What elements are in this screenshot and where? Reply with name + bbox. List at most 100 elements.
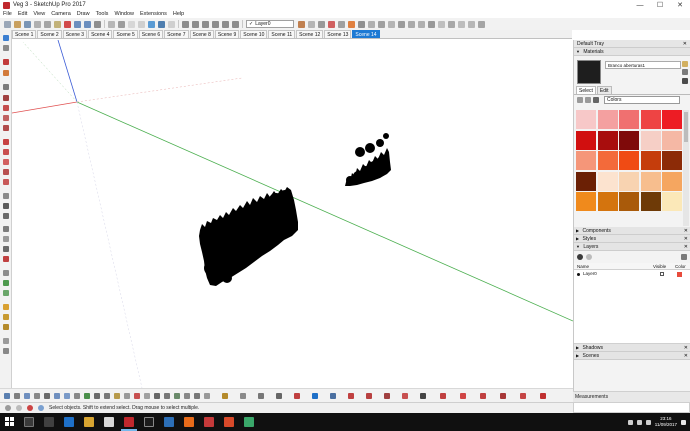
display-section-icon[interactable] bbox=[440, 393, 446, 399]
material-swatch[interactable] bbox=[597, 110, 618, 129]
hidden-line-icon[interactable] bbox=[138, 20, 145, 28]
material-collection-dropdown[interactable]: Colors bbox=[604, 96, 680, 104]
line-icon[interactable] bbox=[4, 393, 10, 399]
edge-browser-icon[interactable] bbox=[64, 417, 74, 427]
split-icon[interactable] bbox=[418, 20, 425, 28]
store-icon[interactable] bbox=[104, 417, 114, 427]
orbit-tool-icon[interactable] bbox=[3, 226, 9, 232]
material-swatch[interactable] bbox=[597, 192, 618, 211]
search-icon[interactable] bbox=[24, 417, 34, 427]
two-point-arc-icon[interactable] bbox=[34, 393, 40, 399]
task-view-icon[interactable] bbox=[44, 417, 54, 427]
materials-panel-header[interactable]: ▼ Materials bbox=[574, 48, 690, 56]
axes-tool-icon[interactable] bbox=[3, 213, 9, 219]
file-explorer-icon[interactable] bbox=[84, 417, 94, 427]
layer-manager-icon[interactable] bbox=[298, 20, 305, 28]
shadows-panel-header[interactable]: ▶ Shadows ✕ bbox=[574, 344, 690, 352]
menu-camera[interactable]: Camera bbox=[51, 11, 71, 17]
union-icon[interactable] bbox=[388, 20, 395, 28]
undo-icon[interactable] bbox=[74, 20, 81, 28]
polygon-tool-icon[interactable] bbox=[3, 125, 9, 131]
push-pull-icon[interactable] bbox=[3, 149, 9, 155]
menu-edit[interactable]: Edit bbox=[18, 11, 27, 17]
axes-icon[interactable] bbox=[204, 393, 210, 399]
menu-file[interactable]: File bbox=[3, 11, 12, 17]
scene-tab[interactable]: Scene 13 bbox=[324, 30, 352, 38]
start-menu-icon[interactable] bbox=[5, 417, 15, 427]
styles-close-icon[interactable]: ✕ bbox=[684, 235, 688, 243]
material-swatch[interactable] bbox=[576, 110, 596, 129]
3d-viewport[interactable] bbox=[12, 40, 573, 388]
action-center-icon[interactable] bbox=[681, 419, 686, 425]
active-layer-radio[interactable] bbox=[577, 272, 580, 276]
system-clock[interactable]: 23:16 11/09/2017 bbox=[655, 416, 677, 428]
zoom-icon[interactable] bbox=[294, 393, 300, 399]
follow-me-icon[interactable] bbox=[3, 169, 9, 175]
paint-icon[interactable] bbox=[240, 393, 246, 399]
monochrome-icon[interactable] bbox=[168, 20, 175, 28]
top-view-icon[interactable] bbox=[192, 20, 199, 28]
subtract-icon[interactable] bbox=[398, 20, 405, 28]
circle-tool-icon[interactable] bbox=[3, 115, 9, 121]
create-material-icon[interactable] bbox=[682, 69, 688, 75]
menu-window[interactable]: Window bbox=[114, 11, 134, 17]
red-tool-2-icon[interactable] bbox=[520, 393, 526, 399]
material-swatch[interactable] bbox=[576, 151, 596, 170]
material-swatch[interactable] bbox=[597, 130, 618, 150]
layer-details-icon[interactable] bbox=[681, 254, 687, 260]
material-swatch[interactable] bbox=[619, 151, 639, 170]
orbit-icon[interactable] bbox=[258, 393, 264, 399]
sandbox-scratch-icon[interactable] bbox=[3, 314, 9, 320]
material-swatch[interactable] bbox=[619, 192, 639, 211]
arc-tool-icon[interactable] bbox=[3, 95, 9, 101]
scene-tab[interactable]: Scene 10 bbox=[240, 30, 268, 38]
menu-draw[interactable]: Draw bbox=[77, 11, 90, 17]
line-tool-icon[interactable] bbox=[3, 84, 9, 90]
column-visible[interactable]: Visible bbox=[653, 263, 666, 270]
section-cut-icon[interactable] bbox=[460, 393, 466, 399]
offset-icon[interactable] bbox=[124, 393, 130, 399]
sketchup-taskbar-icon[interactable] bbox=[124, 417, 134, 427]
position-camera-icon[interactable] bbox=[3, 270, 9, 276]
delete-layer-icon[interactable] bbox=[586, 254, 592, 260]
autocad-icon[interactable] bbox=[204, 417, 214, 427]
sandbox-from-contours-icon[interactable] bbox=[3, 304, 9, 310]
freehand-icon[interactable] bbox=[14, 393, 20, 399]
scene-tab[interactable]: Scene 8 bbox=[189, 30, 214, 38]
scrollbar-thumb[interactable] bbox=[684, 112, 688, 142]
rotated-rect-icon[interactable] bbox=[74, 393, 80, 399]
back-edges-icon[interactable] bbox=[118, 20, 125, 28]
cut-icon[interactable] bbox=[34, 20, 41, 28]
scene-tab[interactable]: Scene 3 bbox=[62, 30, 88, 38]
material-swatch[interactable] bbox=[576, 192, 596, 211]
material-swatch[interactable] bbox=[640, 171, 661, 191]
select-tool-icon[interactable] bbox=[3, 35, 9, 41]
red-tool-3-icon[interactable] bbox=[540, 393, 546, 399]
column-name[interactable]: Name bbox=[577, 263, 589, 270]
sample-paint-icon[interactable] bbox=[682, 78, 688, 84]
push-pull-icon[interactable] bbox=[104, 393, 110, 399]
position-camera-icon[interactable] bbox=[366, 393, 372, 399]
iso-view-icon[interactable] bbox=[182, 20, 189, 28]
extra-tool-icon[interactable] bbox=[478, 20, 485, 28]
geo-location-icon[interactable] bbox=[5, 405, 11, 411]
share-model-icon[interactable] bbox=[458, 20, 465, 28]
back-view-icon[interactable] bbox=[222, 20, 229, 28]
column-color[interactable]: Color bbox=[675, 263, 686, 270]
material-swatch[interactable] bbox=[640, 192, 661, 211]
smoove-icon[interactable] bbox=[3, 324, 9, 330]
scene-tab[interactable]: Scene 11 bbox=[268, 30, 296, 38]
move-tool-icon[interactable] bbox=[3, 139, 9, 145]
paint-bucket-icon[interactable] bbox=[3, 70, 9, 76]
material-name-field[interactable]: Branco aberturas1 bbox=[605, 61, 681, 69]
walk-icon[interactable] bbox=[384, 393, 390, 399]
tape-icon[interactable] bbox=[164, 393, 170, 399]
new-file-icon[interactable] bbox=[4, 20, 11, 28]
zoom-extents-icon[interactable] bbox=[330, 393, 336, 399]
scenes-close-icon[interactable]: ✕ bbox=[684, 352, 688, 360]
make-component-icon[interactable] bbox=[3, 45, 9, 51]
polygon-icon[interactable] bbox=[94, 393, 100, 399]
material-swatch[interactable] bbox=[597, 151, 618, 170]
previous-view-icon[interactable] bbox=[348, 393, 354, 399]
shadows-close-icon[interactable]: ✕ bbox=[684, 344, 688, 352]
